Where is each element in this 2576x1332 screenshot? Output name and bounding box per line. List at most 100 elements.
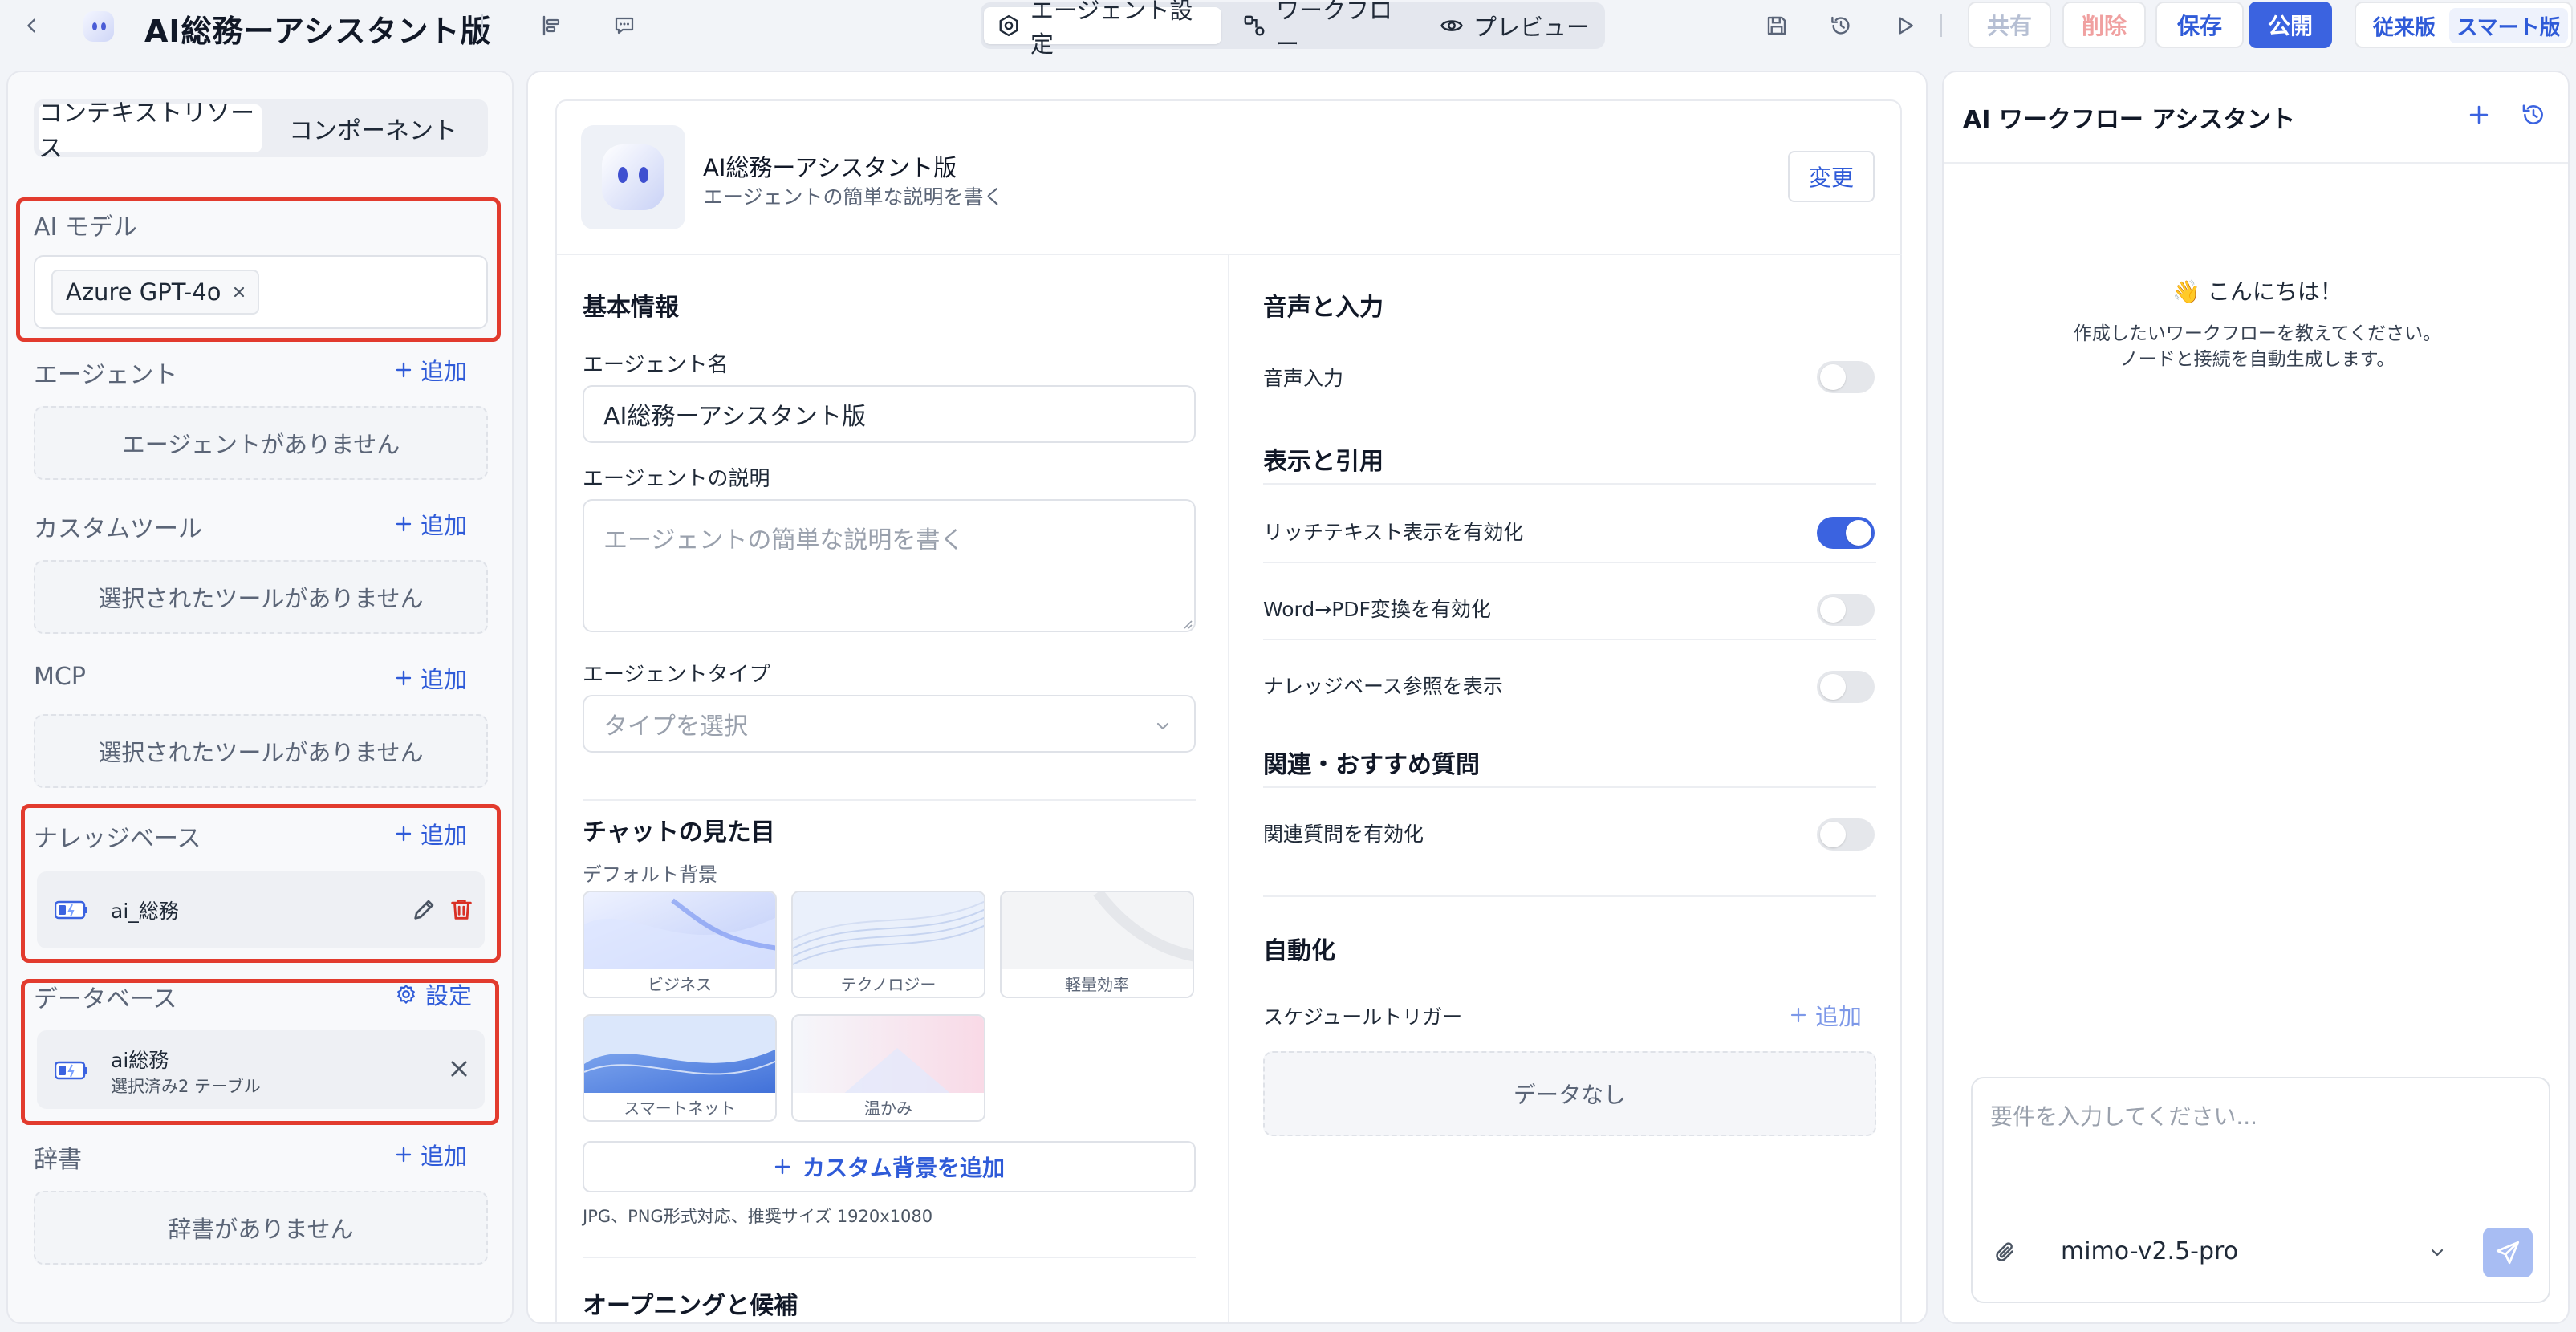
bg-option-smartnet[interactable]: スマートネット [583, 1014, 777, 1122]
voice-heading: 音声と入力 [1263, 294, 1383, 322]
display-heading: 表示と引用 [1263, 448, 1383, 476]
send-button[interactable] [2483, 1228, 2533, 1277]
delete-button[interactable]: 削除 [2062, 2, 2146, 48]
change-button[interactable]: 変更 [1788, 151, 1875, 202]
intro-line-1: 作成したいワークフローを教えてください。 [2073, 323, 2442, 344]
bg-smartnet-preview [584, 1016, 775, 1096]
agent-header-name: AI総務ーアシスタント版 [703, 154, 957, 181]
add-custom-tool-button[interactable]: 追加 [395, 507, 467, 541]
chat-appearance-heading: チャットの見た目 [583, 818, 775, 847]
add-custom-bg-label: カスタム背景を追加 [802, 1155, 1005, 1181]
play-icon[interactable] [1889, 10, 1921, 42]
chevron-down-icon[interactable] [2428, 1244, 2446, 1261]
voice-input-label: 音声入力 [1263, 367, 1344, 390]
bg-option-lightweight[interactable]: 軽量効率 [1000, 891, 1194, 998]
tab-label: エージェント設定 [1030, 0, 1193, 58]
resize-handle-icon[interactable] [1181, 618, 1193, 629]
bg-format-hint: JPG、PNG形式対応、推奨サイズ 1920x1080 [583, 1207, 933, 1226]
plus-icon [774, 1158, 791, 1176]
save-button[interactable]: 保存 [2155, 2, 2244, 48]
highlight-box [16, 197, 501, 342]
ai-workflow-assistant-panel: AI ワークフロー アシスタント 👋 こんにちは！ 作成したいワークフローを教え… [1942, 71, 2570, 1324]
bg-option-business[interactable]: ビジネス [583, 891, 777, 998]
plus-icon [395, 515, 412, 533]
agent-type-label: エージェントタイプ [583, 663, 770, 687]
robot-avatar-icon [602, 144, 664, 210]
back-chevron-icon[interactable] [16, 10, 48, 42]
divider [583, 1257, 1196, 1258]
divider [1263, 895, 1876, 897]
add-schedule-button[interactable]: 追加 [1790, 998, 1862, 1032]
agent-settings-card: AI総務ーアシスタント版 エージェントの簡単な説明を書く 変更 基本情報 エージ… [555, 99, 1902, 1322]
plus-icon [395, 361, 412, 379]
kb-ref-label: ナレッジベース参照を表示 [1263, 675, 1503, 698]
select-placeholder: タイプを選択 [603, 713, 748, 741]
classic-version-button[interactable]: 従来版 [2361, 8, 2448, 43]
add-label: 追加 [421, 1143, 468, 1170]
agent-name-label: エージェント名 [583, 353, 729, 377]
rich-text-toggle[interactable] [1817, 517, 1875, 549]
history-icon[interactable] [2520, 101, 2547, 128]
bg-business-preview [584, 892, 775, 973]
word-pdf-toggle[interactable] [1817, 594, 1875, 626]
related-enable-toggle[interactable] [1817, 818, 1875, 851]
agent-avatar[interactable] [581, 125, 685, 229]
new-chat-plus-icon[interactable] [2465, 101, 2493, 128]
bg-label: テクノロジー [793, 969, 984, 997]
divider [557, 254, 1902, 255]
greeting-text: 👋 こんにちは！ [2172, 278, 2342, 305]
context-resources-panel: コンテキストリソース コンポーネント AI モデル Azure GPT-4o エ… [6, 71, 514, 1324]
related-heading: 関連・おすすめ質問 [1263, 751, 1480, 779]
tab-label: ワークフロー [1276, 0, 1393, 58]
tab-components[interactable]: コンポーネント [263, 104, 483, 152]
chat-input[interactable]: 要件を入力してください... [1990, 1099, 2257, 1131]
kb-ref-toggle[interactable] [1817, 671, 1875, 703]
tab-context-resources[interactable]: コンテキストリソース [39, 99, 262, 163]
bg-option-technology[interactable]: テクノロジー [791, 891, 985, 998]
model-selector[interactable]: mimo-v2.5-pro [2061, 1237, 2238, 1265]
assistant-title: AI ワークフロー アシスタント [1963, 106, 2296, 134]
top-bar: AI総務ーアシスタント版 エージェント設定 ワークフロー プレビュー 共有 削除… [0, 0, 2576, 58]
gear-icon [997, 14, 1021, 38]
bg-technology-preview [793, 892, 984, 973]
rich-text-label: リッチテキスト表示を有効化 [1263, 521, 1524, 544]
comment-icon[interactable] [608, 10, 640, 42]
tab-agent-settings[interactable]: エージェント設定 [984, 0, 1221, 58]
add-label: 追加 [421, 512, 468, 539]
paperclip-icon[interactable] [1992, 1239, 2019, 1266]
add-agent-button[interactable]: 追加 [395, 353, 467, 387]
left-tabs: コンテキストリソース コンポーネント [34, 99, 488, 163]
default-bg-label: デフォルト背景 [583, 863, 717, 886]
share-button[interactable]: 共有 [1968, 2, 2051, 48]
schedule-empty: データなし [1263, 1051, 1876, 1136]
related-enable-label: 関連質問を有効化 [1263, 822, 1424, 846]
divider [1263, 562, 1876, 563]
tab-workflow[interactable]: ワークフロー [1229, 0, 1422, 58]
divider [481, 14, 483, 37]
bg-label: 温かみ [793, 1093, 984, 1120]
agent-type-select[interactable]: タイプを選択 [583, 695, 1196, 753]
agent-avatar-icon [79, 6, 119, 47]
smart-version-button[interactable]: スマート版 [2449, 8, 2568, 43]
bg-option-warm[interactable]: 温かみ [791, 1014, 985, 1122]
add-mcp-button[interactable]: 追加 [395, 661, 467, 695]
tab-preview[interactable]: プレビュー [1427, 7, 1603, 44]
chat-input-box: 要件を入力してください... mimo-v2.5-pro [1971, 1077, 2550, 1303]
agent-desc-label: エージェントの説明 [583, 467, 770, 491]
add-custom-bg-button[interactable]: カスタム背景を追加 [583, 1141, 1196, 1192]
save-disk-icon[interactable] [1761, 10, 1793, 42]
divider [1263, 483, 1876, 485]
voice-input-toggle[interactable] [1817, 361, 1875, 393]
agent-name-input[interactable]: AI総務ーアシスタント版 [583, 385, 1196, 443]
align-left-icon[interactable] [536, 10, 568, 42]
agent-desc-textarea[interactable]: エージェントの簡単な説明を書く [583, 499, 1196, 632]
eye-icon [1440, 14, 1464, 38]
history-icon[interactable] [1825, 10, 1857, 42]
workflow-icon [1242, 14, 1266, 38]
dictionary-empty: 辞書がありません [34, 1191, 488, 1265]
mcp-label: MCP [34, 663, 86, 691]
add-dictionary-button[interactable]: 追加 [395, 1138, 467, 1172]
highlight-box [21, 979, 499, 1125]
publish-button[interactable]: 公開 [2249, 2, 2332, 48]
bg-warm-preview [793, 1016, 984, 1096]
